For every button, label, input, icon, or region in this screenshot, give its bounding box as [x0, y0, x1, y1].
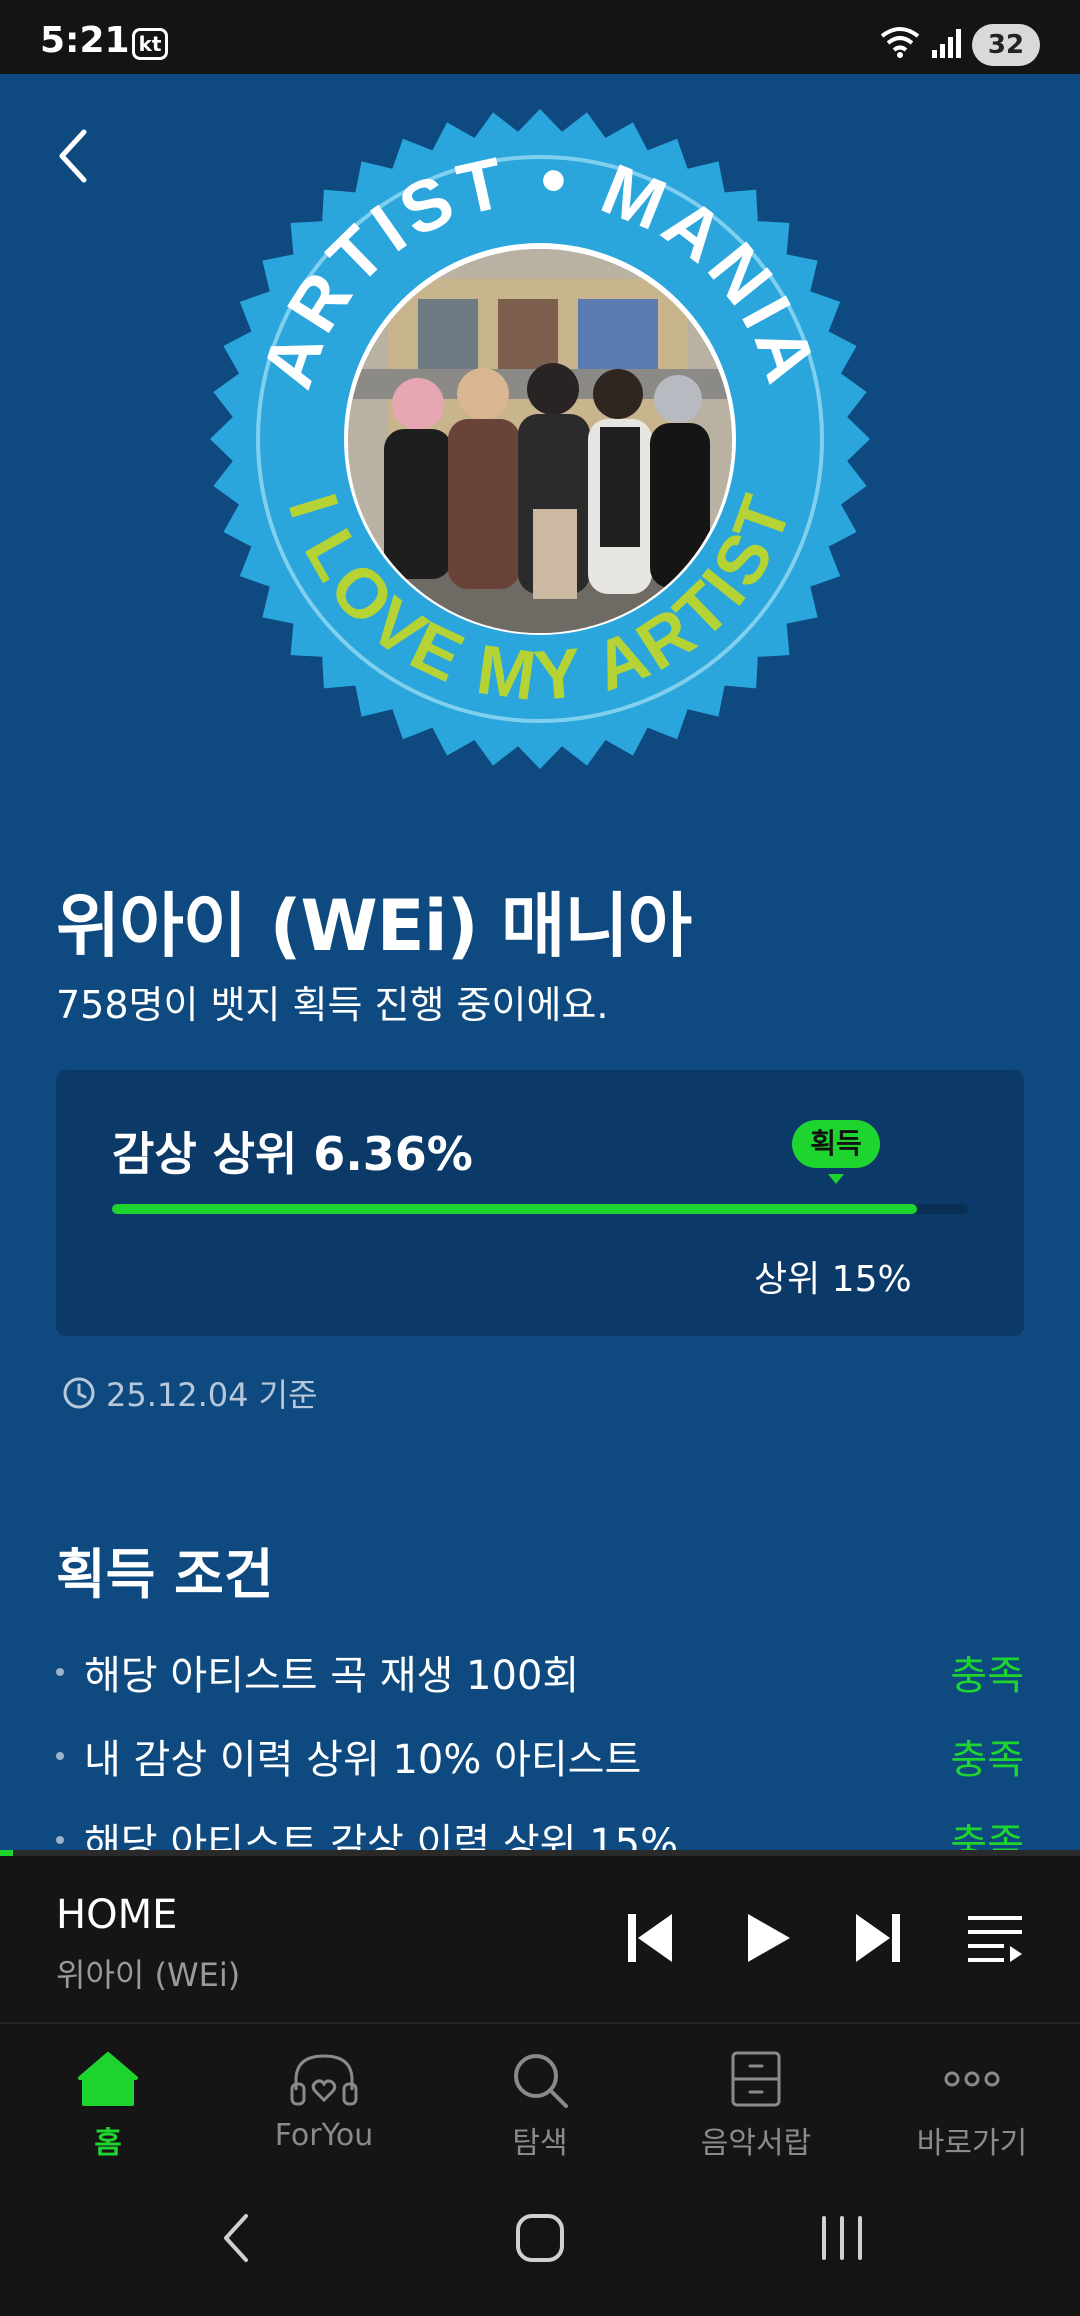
list-item: 내 감상 이력 상위 10% 아티스트 충족 [56, 1714, 1024, 1798]
badge-progress-count: 758명이 뱃지 획득 진행 중이에요. [56, 983, 609, 1027]
as-of-date: 25.12.04 기준 [62, 1370, 318, 1416]
rank-progress-bar [112, 1204, 968, 1214]
status-bar: 5:21 kt 32 [0, 0, 1080, 74]
condition-status: 충족 [950, 1821, 1024, 1850]
nav-label-home: 홈 [94, 2126, 122, 2161]
nav-item-search[interactable]: 탐색 [432, 2024, 648, 2168]
conditions-list: 해당 아티스트 곡 재생 100회 충족 내 감상 이력 상위 10% 아티스트… [56, 1630, 1024, 1850]
condition-text: 해당 아티스트 곡 재생 100회 [84, 1653, 580, 1699]
drawer-icon [731, 2051, 781, 2107]
nav-item-foryou[interactable]: ForYou [216, 2024, 432, 2168]
conditions-title: 획득 조건 [56, 1543, 274, 1606]
nav-label-foryou: ForYou [274, 2118, 374, 2153]
wifi-icon [880, 27, 920, 58]
bottom-nav: 홈 ForYou 탐색 음악서랍 바로가기 [0, 2022, 1080, 2168]
headphones-heart-icon [290, 2054, 358, 2106]
nav-label-shortcuts: 바로가기 [916, 2126, 1028, 2161]
bullet [56, 1668, 64, 1676]
artist-group-photo [348, 249, 732, 633]
nav-item-drawer[interactable]: 음악서랍 [648, 2024, 864, 2168]
nav-label-drawer: 음악서랍 [700, 2126, 812, 2161]
nav-label-search: 탐색 [512, 2126, 568, 2161]
bullet [56, 1836, 64, 1844]
earned-badge: 획득 [792, 1120, 880, 1168]
rank-progress-fill [112, 1204, 917, 1214]
system-nav-bar [0, 2168, 1080, 2316]
artist-badge-page: ARTIST • MANIA I LOVE MY ARTIST 위아이 (WEi… [0, 74, 1080, 1850]
bullet [56, 1752, 64, 1760]
carrier-badge: kt [132, 28, 168, 60]
more-icon [944, 2071, 1000, 2087]
rank-text: 감상 상위 6.36% [112, 1127, 473, 1181]
nav-item-shortcuts[interactable]: 바로가기 [864, 2024, 1080, 2168]
playlist-icon[interactable] [966, 1912, 1024, 1964]
condition-status: 충족 [950, 1737, 1024, 1783]
search-icon [514, 2054, 568, 2108]
home-icon [78, 2052, 138, 2106]
back-icon[interactable] [54, 126, 94, 186]
signal-icon [932, 29, 961, 58]
list-item: 해당 아티스트 감상 이력 상위 15% 충족 [56, 1798, 1024, 1850]
condition-text: 내 감상 이력 상위 10% 아티스트 [84, 1737, 642, 1783]
page-title: 위아이 (WEi) 매니아 [56, 885, 692, 967]
track-title[interactable]: HOME [56, 1892, 177, 1938]
as-of-text: 25.12.04 기준 [106, 1376, 318, 1414]
system-home-icon[interactable] [514, 2210, 566, 2266]
player-progress-bar[interactable] [0, 1850, 1080, 1856]
mini-player[interactable]: HOME 위아이 (WEi) [0, 1850, 1080, 2022]
list-item: 해당 아티스트 곡 재생 100회 충족 [56, 1630, 1024, 1714]
condition-text: 해당 아티스트 감상 이력 상위 15% [84, 1821, 679, 1850]
player-progress-fill [0, 1850, 13, 1856]
earned-marker [828, 1174, 844, 1184]
track-artist[interactable]: 위아이 (WEi) [56, 1950, 240, 1996]
threshold-label: 상위 15% [754, 1259, 912, 1300]
next-icon[interactable] [852, 1912, 902, 1964]
system-back-icon[interactable] [216, 2210, 256, 2266]
previous-icon[interactable] [626, 1912, 676, 1964]
condition-status: 충족 [950, 1653, 1024, 1699]
status-time: 5:21 [40, 20, 130, 61]
rank-card: 감상 상위 6.36% 획득 상위 15% [56, 1070, 1024, 1336]
play-icon[interactable] [744, 1912, 792, 1964]
system-recents-icon[interactable] [818, 2210, 866, 2266]
nav-item-home[interactable]: 홈 [0, 2024, 216, 2168]
clock-icon [63, 1377, 95, 1409]
battery-indicator: 32 [972, 24, 1040, 66]
